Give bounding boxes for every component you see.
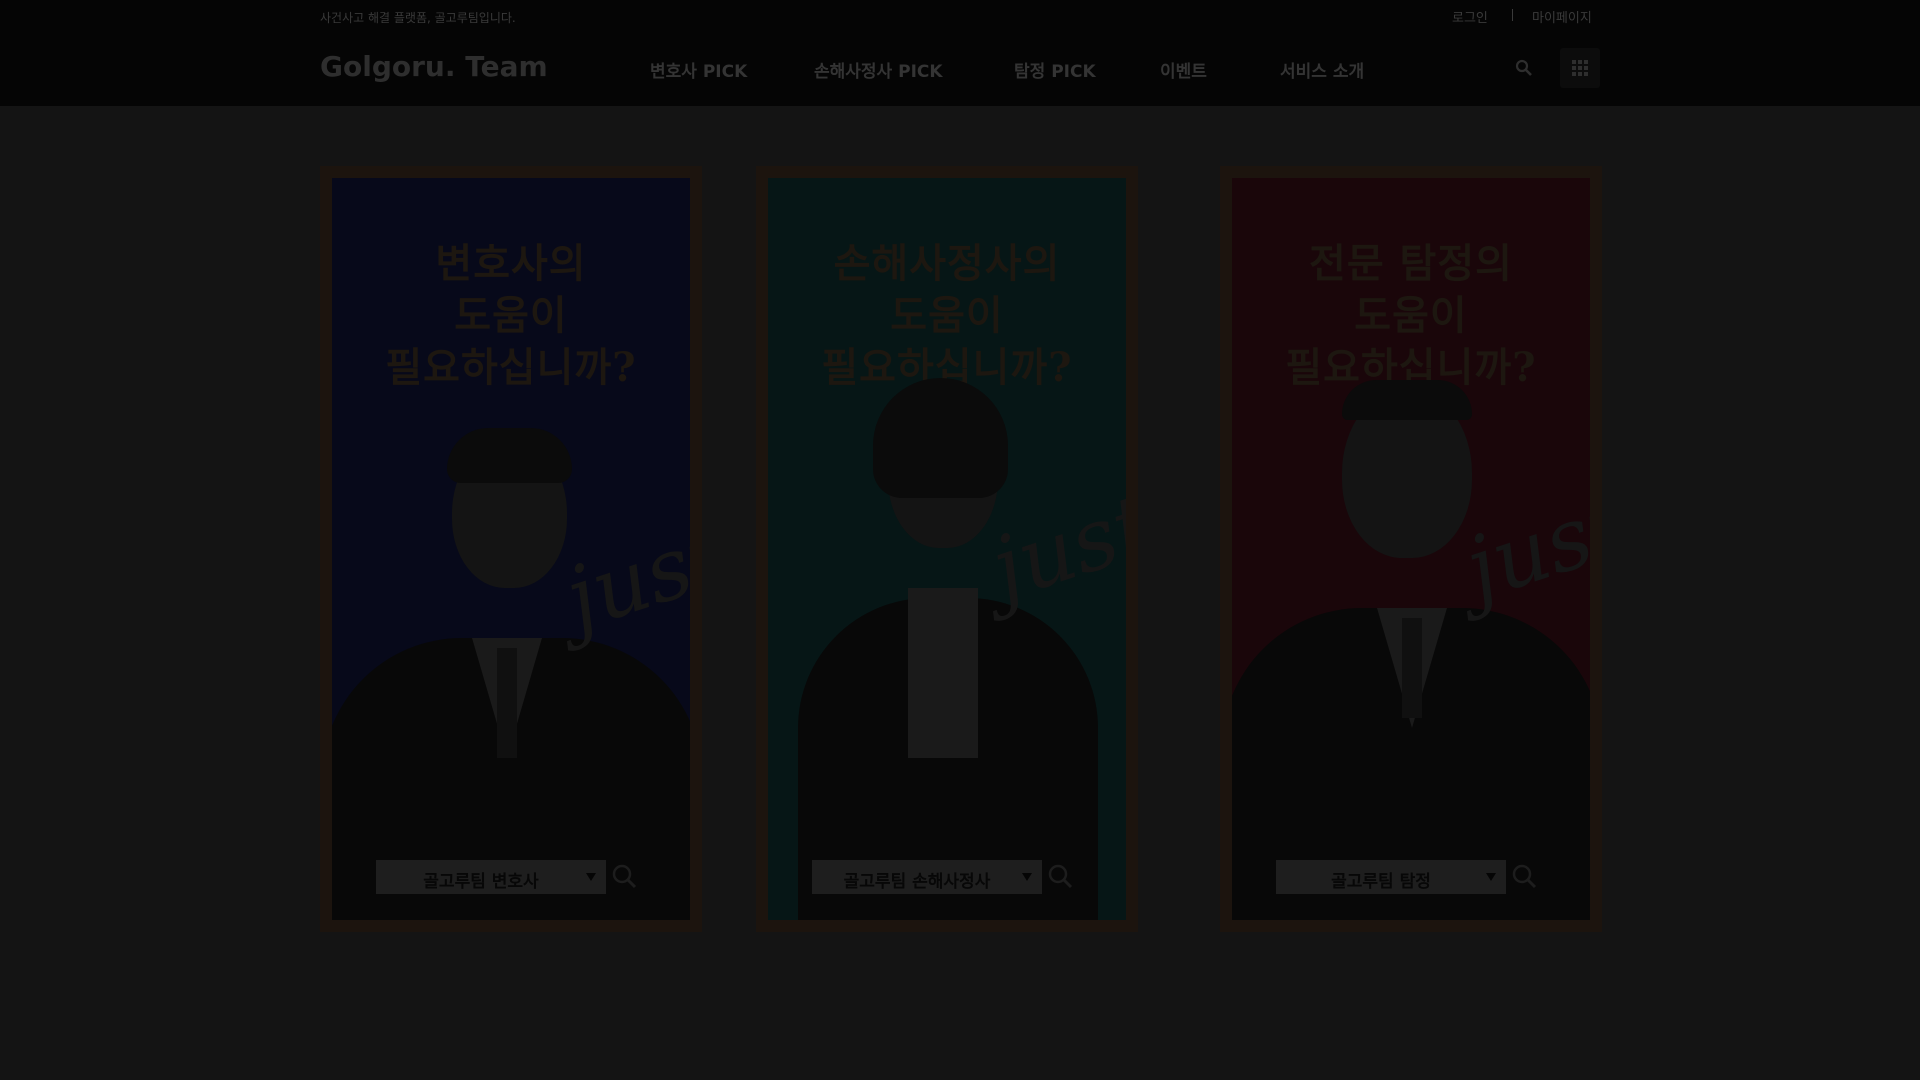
detective-card[interactable]: 전문 탐정의 도움이 필요하십니까? justice 골고루팀 탐정 — [1220, 166, 1602, 932]
top-bar: 사건사고 해결 플랫폼, 골고루팀입니다. 로그인 마이페이지 Golgoru.… — [0, 0, 1920, 106]
nav-event[interactable]: 이벤트 — [1160, 57, 1207, 82]
detective-card-image: 전문 탐정의 도움이 필요하십니까? justice — [1232, 178, 1590, 920]
lawyer-portrait — [332, 408, 690, 920]
chevron-down-icon — [1486, 873, 1496, 881]
site-tagline: 사건사고 해결 플랫폼, 골고루팀입니다. — [320, 11, 516, 25]
login-link[interactable]: 로그인 — [1452, 7, 1488, 26]
search-icon[interactable] — [1514, 58, 1534, 78]
lawyer-card-image: 변호사의 도움이 필요하십니까? justice — [332, 178, 690, 920]
nav-service-intro[interactable]: 서비스 소개 — [1280, 57, 1364, 82]
mypage-link[interactable]: 마이페이지 — [1532, 7, 1592, 26]
detective-select[interactable]: 골고루팀 탐정 — [1276, 860, 1506, 894]
chevron-down-icon — [586, 873, 596, 881]
adjuster-select-value: 골고루팀 손해사정사 — [843, 872, 991, 892]
adjuster-portrait — [768, 368, 1126, 920]
adjuster-select[interactable]: 골고루팀 손해사정사 — [812, 860, 1042, 894]
nav-adjuster-pick[interactable]: 손해사정사 PICK — [814, 57, 943, 82]
chevron-down-icon — [1022, 873, 1032, 881]
adjuster-search-icon[interactable] — [1046, 862, 1076, 892]
nav-lawyer-pick[interactable]: 변호사 PICK — [650, 57, 747, 82]
site-logo[interactable]: Golgoru. Team — [320, 50, 548, 83]
lawyer-select[interactable]: 골고루팀 변호사 — [376, 860, 606, 894]
grid-menu-button[interactable] — [1560, 48, 1600, 88]
lawyer-search-icon[interactable] — [610, 862, 640, 892]
grid-menu-icon — [1572, 60, 1588, 76]
lawyer-select-value: 골고루팀 변호사 — [423, 872, 539, 892]
lawyer-card-title: 변호사의 도움이 필요하십니까? — [385, 240, 637, 391]
lawyer-card[interactable]: 변호사의 도움이 필요하십니까? justice 골고루팀 변호사 — [320, 166, 702, 932]
util-divider — [1512, 9, 1513, 21]
detective-search-icon[interactable] — [1510, 862, 1540, 892]
detective-portrait — [1232, 368, 1590, 920]
nav-detective-pick[interactable]: 탐정 PICK — [1014, 57, 1096, 82]
adjuster-card[interactable]: 손해사정사의 도움이 필요하십니까? justice 골고루팀 손해사정사 — [756, 166, 1138, 932]
detective-select-value: 골고루팀 탐정 — [1331, 872, 1431, 892]
adjuster-card-image: 손해사정사의 도움이 필요하십니까? justice — [768, 178, 1126, 920]
